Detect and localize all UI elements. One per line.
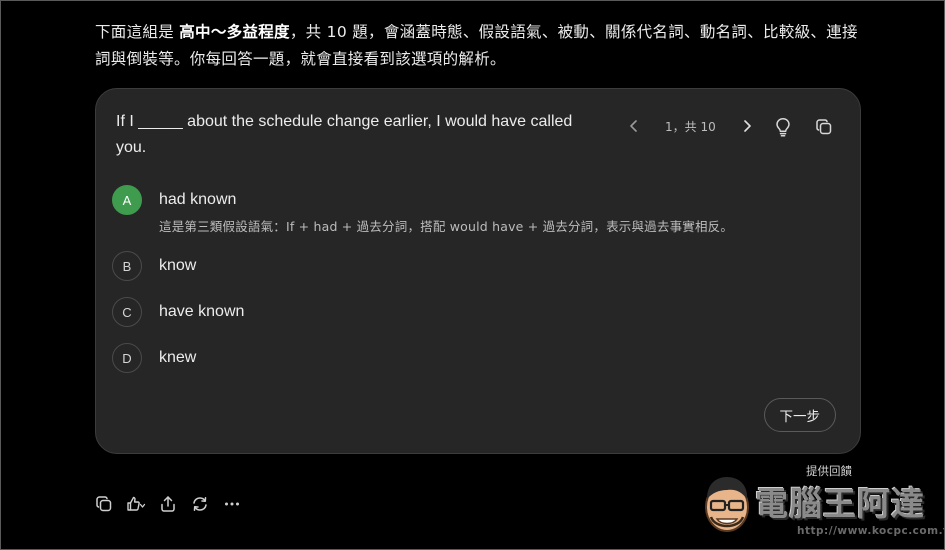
- watermark-url: http://www.kocpc.com.tw: [797, 525, 945, 537]
- intro-part1: 下面這組是: [95, 23, 180, 41]
- next-step-button[interactable]: 下一步: [763, 398, 836, 432]
- message-actions: [94, 493, 242, 515]
- hint-button[interactable]: [770, 114, 796, 140]
- copy-question-button[interactable]: [811, 114, 837, 140]
- intro-text: 下面這組是 高中～多益程度，共 10 題，會涵蓋時態、假設語氣、被動、關係代名詞…: [95, 19, 870, 73]
- rate-response-button[interactable]: [126, 493, 146, 515]
- option-letter-c: C: [112, 297, 142, 327]
- option-d[interactable]: D knew: [112, 343, 196, 373]
- share-button[interactable]: [158, 493, 178, 515]
- option-b[interactable]: B know: [112, 251, 196, 281]
- prev-question-button[interactable]: [621, 113, 647, 139]
- more-icon: [225, 502, 239, 506]
- watermark-logo: 電腦王阿達 http://www.kocpc.com.tw: [701, 469, 944, 547]
- option-letter-d: D: [112, 343, 142, 373]
- mascot-face-icon: [705, 477, 749, 532]
- intro-level: 高中～多益程度: [179, 23, 290, 41]
- next-question-button[interactable]: [734, 113, 760, 139]
- option-text-b: know: [159, 257, 197, 274]
- quiz-card: If I _____ about the schedule change ear…: [95, 88, 861, 454]
- regenerate-icon: [193, 497, 207, 511]
- option-text-c: have known: [159, 303, 245, 320]
- chevron-right-icon: [743, 120, 751, 132]
- option-letter-a: A: [112, 185, 142, 215]
- option-letter-b: B: [112, 251, 142, 281]
- watermark-title: 電腦王阿達: [755, 484, 925, 523]
- lightbulb-icon: [776, 118, 790, 137]
- copy-message-button[interactable]: [94, 493, 114, 515]
- option-explanation-a: 這是第三類假設語氣：If + had + 過去分詞，搭配 would have …: [159, 219, 734, 234]
- question-text: If I _____ about the schedule change ear…: [116, 113, 573, 156]
- option-c[interactable]: C have known: [112, 297, 244, 327]
- chevron-left-icon: [630, 120, 637, 132]
- copy-icon: [96, 496, 112, 512]
- share-icon: [161, 496, 175, 512]
- option-text-a: had known: [159, 191, 237, 208]
- copy-icon: [816, 119, 832, 135]
- thumbs-icon: [127, 496, 146, 511]
- regenerate-button[interactable]: [190, 493, 210, 515]
- more-options-button[interactable]: [222, 493, 242, 515]
- question-pager: 1，共 10: [621, 113, 760, 139]
- chat-frame: 下面這組是 高中～多益程度，共 10 題，會涵蓋時態、假設語氣、被動、關係代名詞…: [0, 0, 945, 550]
- option-text-d: knew: [159, 349, 197, 366]
- pager-count: 1，共 10: [665, 119, 716, 134]
- option-a[interactable]: A had known 這是第三類假設語氣：If + had + 過去分詞，搭配…: [112, 185, 733, 235]
